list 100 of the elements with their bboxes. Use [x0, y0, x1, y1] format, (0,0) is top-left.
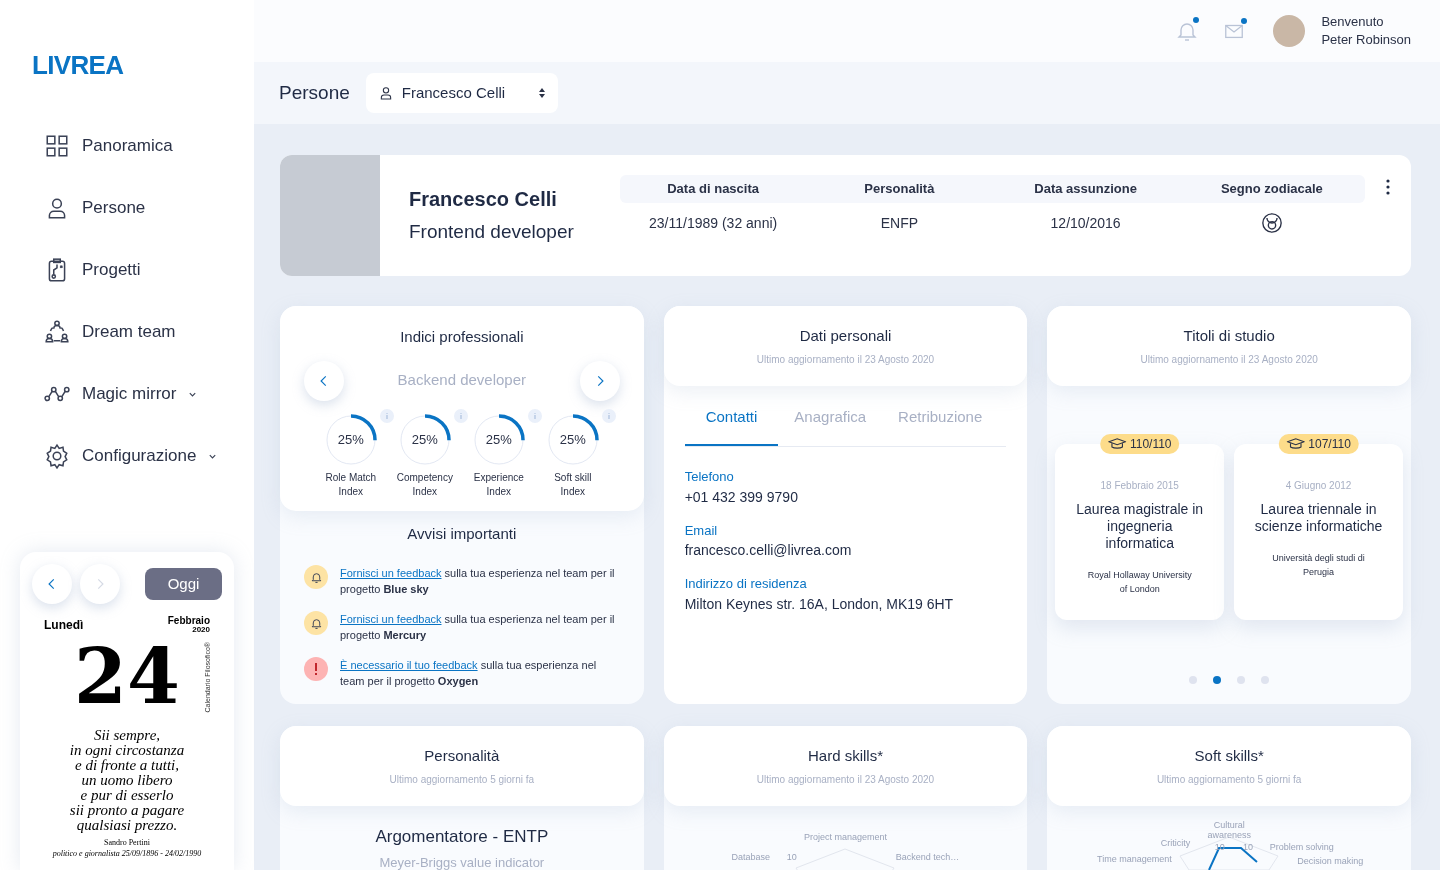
feedback-link[interactable]: Fornisci un feedback [340, 613, 442, 625]
column-header: Data di nascita [666, 180, 760, 199]
nav-item[interactable]: Magic mirror [44, 380, 254, 408]
previous-button[interactable] [304, 360, 344, 401]
index-label: Soft skill Index [553, 470, 593, 499]
info-icon[interactable] [379, 408, 394, 423]
tab[interactable]: Contatti [684, 405, 779, 446]
index-label: Role Match Index [324, 470, 378, 499]
school-name: Università degli studi di Perugia [1271, 551, 1366, 579]
avatar[interactable] [1273, 15, 1306, 47]
next-button[interactable] [579, 360, 620, 401]
card-title: Indici professionali [400, 327, 524, 347]
axis-label: Criticity [1160, 837, 1191, 848]
update-date: Ultimo aggiornamento il 23 Agosto 2020 [1140, 352, 1318, 367]
column-header: Data assunzione [1033, 180, 1138, 199]
today-button[interactable]: Oggi [145, 568, 222, 600]
nav-item[interactable]: Configurazione [44, 442, 254, 470]
logo[interactable]: LIVREA [32, 45, 124, 85]
quote: Sii sempre, in ogni circostanza e di fronte a tutti, un uomo libero e pur di esserlo sii pronto a pagare qualsiasi prezzo. [68, 728, 186, 833]
degree-title: Laurea triennale in scienze informatiche [1253, 500, 1384, 535]
info-icon[interactable] [527, 408, 542, 423]
column-header: Segno zodiacale [1219, 180, 1324, 199]
card-title: Soft skills* [1194, 746, 1264, 766]
card-title: Titoli di studio [1183, 326, 1275, 346]
sort-icon [537, 87, 546, 99]
taurus-icon [1260, 212, 1283, 234]
birth-date: 23/11/1989 (32 anni) [648, 213, 779, 233]
axis-label: Database [731, 851, 771, 862]
nav-item[interactable]: Progetti [44, 256, 254, 284]
year: 2020 [192, 626, 210, 634]
feedback-link[interactable]: È necessario il tuo feedback [340, 659, 478, 671]
quote-author: Sandro Pertini [103, 837, 151, 849]
indicator-name: Meyer-Briggs value indicator [378, 854, 546, 870]
card-title: Dati personali [799, 326, 892, 346]
exclamation-icon [304, 657, 328, 681]
feedback-link[interactable]: Fornisci un feedback [340, 567, 442, 579]
index-label: Competency Index [395, 470, 454, 499]
update-date: Ultimo aggiornamento 5 giorni fa [389, 772, 535, 787]
update-date: Ultimo aggiornamento il 23 Agosto 2020 [756, 352, 935, 367]
axis-label: Cultural awareness [1206, 819, 1252, 840]
axis-label: Decision making [1297, 855, 1364, 866]
grid-icon [44, 133, 70, 159]
index-label: Experience Index [472, 470, 525, 499]
percent-value: 25% [558, 430, 587, 449]
next-day-button[interactable] [80, 564, 120, 604]
axis-label: Project management [803, 831, 887, 842]
page-title: Persone [279, 80, 350, 105]
notification-button[interactable] [1175, 19, 1200, 43]
team-icon [44, 319, 70, 345]
axis-label: 10 [786, 851, 797, 862]
percent-value: 25% [336, 430, 365, 449]
info-icon[interactable] [453, 408, 468, 423]
percent-value: 25% [410, 430, 439, 449]
degree-date: 18 Febbraio 2015 [1100, 478, 1179, 493]
update-date: Ultimo aggiornamento 5 giorni fa [1156, 772, 1302, 787]
axis-label: Problem solving [1269, 841, 1334, 852]
update-date: Ultimo aggiornamento il 23 Agosto 2020 [756, 772, 935, 787]
grade-badge: 107/110 [1278, 433, 1359, 454]
person-select[interactable]: Francesco Celli [365, 73, 558, 113]
graduation-cap-icon [1286, 437, 1305, 450]
job-title: Frontend developer [409, 220, 575, 245]
degree-title: Laurea magistrale in ingegneria informatica [1075, 500, 1205, 552]
axis-label: Backend tech… [895, 851, 960, 862]
author-note: politico e giornalista 25/09/1896 - 24/02/1990 [51, 849, 203, 858]
bell-icon [304, 565, 328, 589]
gear-icon [44, 443, 70, 469]
more-icon[interactable] [1386, 179, 1390, 195]
role-name: Backend developer [396, 370, 528, 391]
alert-text: È necessario il tuo feedback sulla tua esperienza nel team per il progetto Oxygen [340, 658, 598, 689]
field-value: francesco.celli@livrea.com [684, 541, 853, 560]
day-number: 24 [74, 639, 180, 715]
degree-date: 4 Giugno 2012 [1285, 478, 1352, 493]
field-label: Indirizzo di residenza [684, 575, 808, 593]
month: Febbraio [167, 616, 210, 626]
graduation-cap-icon [1107, 437, 1126, 450]
bell-icon [304, 611, 328, 635]
alert-text: Fornisci un feedback sulla tua esperienza nel team per il progetto Blue sky [340, 566, 616, 597]
personality-result: Argomentatore - ENTP [374, 825, 550, 848]
nav-item[interactable]: Persone [44, 194, 254, 222]
card-title: Personalità [424, 746, 500, 766]
axis-label: Time management [1097, 853, 1172, 864]
school-name: Royal Hollaway University of London [1086, 568, 1193, 596]
person-name: Francesco Celli [409, 187, 558, 213]
axis-label: 10 [1243, 841, 1254, 852]
info-icon[interactable] [601, 408, 616, 423]
hire-date: 12/10/2016 [1049, 213, 1122, 233]
nav-item[interactable]: Panoramica [44, 132, 254, 160]
field-label: Email [684, 521, 719, 540]
grade-badge: 110/110 [1099, 433, 1180, 454]
alert-text: Fornisci un feedback sulla tua esperienza nel team per il progetto Mercury [340, 612, 616, 643]
field-value: Milton Keynes str. 16A, London, MK19 6HT [684, 594, 955, 614]
field-label: Telefono [684, 468, 735, 486]
previous-day-button[interactable] [32, 564, 72, 604]
column-header: Personalità [863, 180, 936, 199]
percent-value: 25% [484, 430, 513, 449]
personality-type: ENFP [879, 213, 920, 233]
nav-item[interactable]: Dream team [44, 318, 254, 346]
field-value: +01 432 399 9790 [684, 487, 799, 507]
card-title: Hard skills* [808, 746, 883, 766]
weekday: Lunedì [44, 617, 84, 634]
